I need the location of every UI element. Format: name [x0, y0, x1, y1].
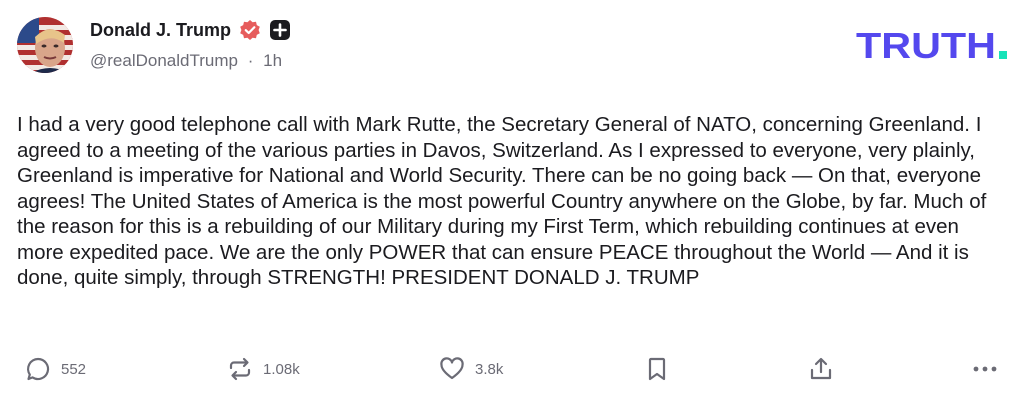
post-body: I had a very good telephone call with Ma… — [17, 113, 987, 289]
share-icon — [808, 356, 834, 382]
truth-plus-icon — [269, 19, 291, 41]
more-icon — [971, 356, 999, 382]
avatar-image — [17, 17, 73, 73]
like-icon — [439, 356, 465, 382]
author-name-row: Donald J. Trump — [90, 18, 291, 42]
post-timestamp[interactable]: 1h — [263, 51, 282, 70]
share-button[interactable] — [808, 354, 834, 384]
logo-dot — [999, 51, 1007, 59]
truth-social-logo[interactable]: TRUTH — [856, 27, 1008, 63]
like-count: 3.8k — [475, 360, 504, 378]
meta-separator: · — [247, 51, 254, 70]
reply-count: 552 — [61, 360, 87, 378]
verified-badge-icon — [239, 19, 261, 41]
retruth-button[interactable]: 1.08k — [227, 354, 300, 384]
truth-post: Donald J. Trump @realDonaldTrump · 1h TR… — [0, 0, 1024, 409]
reply-icon — [25, 356, 51, 382]
bookmark-icon — [645, 356, 669, 382]
like-button[interactable]: 3.8k — [439, 354, 503, 384]
bookmark-button[interactable] — [645, 354, 669, 384]
retruth-icon — [227, 356, 253, 382]
retruth-count: 1.08k — [263, 360, 300, 378]
author-handle-row: @realDonaldTrump · 1h — [90, 51, 282, 71]
avatar[interactable] — [17, 17, 73, 73]
post-action-bar: 552 1.08k 3.8k — [0, 354, 1024, 384]
author-display-name[interactable]: Donald J. Trump — [90, 20, 231, 41]
more-options-button[interactable] — [971, 354, 999, 384]
logo-wordmark: TRUTH — [856, 27, 996, 63]
author-handle[interactable]: @realDonaldTrump — [90, 51, 238, 70]
reply-button[interactable]: 552 — [25, 354, 86, 384]
